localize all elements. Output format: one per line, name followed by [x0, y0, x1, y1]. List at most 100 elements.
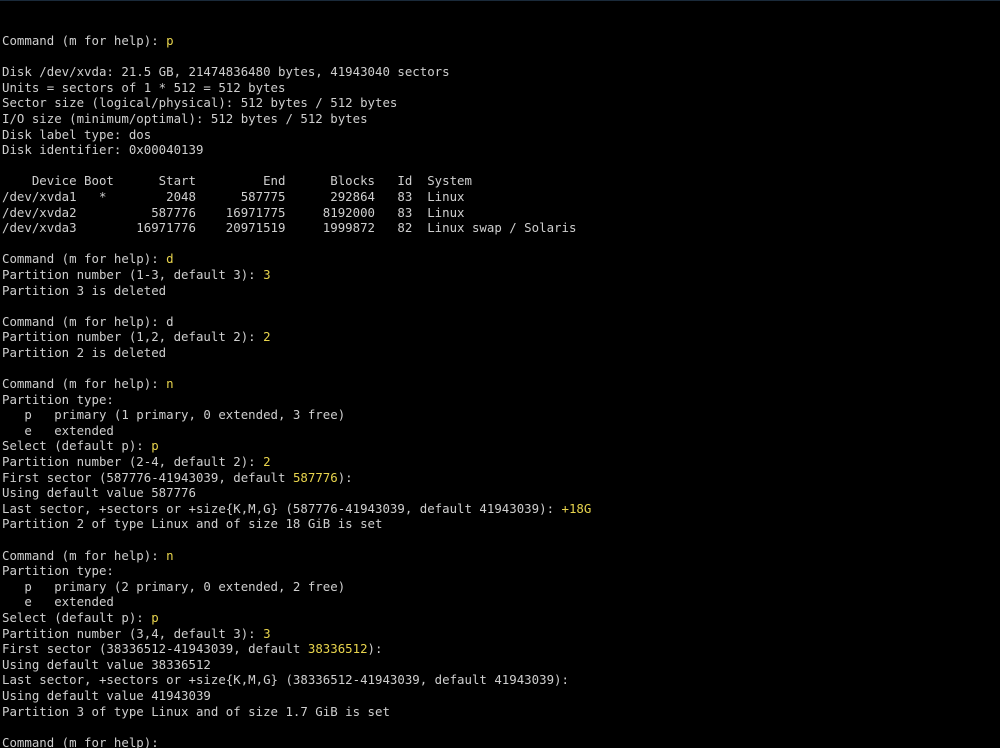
terminal-line: Using default value 587776: [2, 485, 998, 501]
terminal-line: Command (m for help): n: [2, 548, 998, 564]
terminal-line: Select (default p): p: [2, 610, 998, 626]
fdisk-session-output: Command (m for help): p Disk /dev/xvda: 2…: [2, 33, 998, 748]
terminal-line: Command (m for help): p: [2, 33, 998, 49]
terminal-line: Disk identifier: 0x00040139: [2, 142, 998, 158]
terminal-line: /dev/xvda2 587776 16971775 8192000 83 Li…: [2, 205, 998, 221]
terminal-line: p primary (1 primary, 0 extended, 3 free…: [2, 407, 998, 423]
terminal-line: Partition 3 of type Linux and of size 1.…: [2, 704, 998, 720]
output-text: Partition number (1-3, default 3):: [2, 266, 264, 282]
user-input-text: 2: [263, 454, 271, 470]
user-input-text: n: [166, 547, 174, 563]
terminal-screen[interactable]: Command (m for help): p Disk /dev/xvda: 2…: [0, 0, 1000, 748]
output-text: Command (m for help):: [2, 376, 167, 392]
terminal-line: Last sector, +sectors or +size{K,M,G} (5…: [2, 501, 998, 517]
output-text: Partition 2 is deleted: [2, 344, 167, 360]
output-text: Partition number (3,4, default 3):: [2, 625, 264, 641]
terminal-line: Partition number (1,2, default 2): 2: [2, 329, 998, 345]
user-input-text: +18G: [561, 500, 592, 516]
output-text: Using default value 41943039: [2, 687, 211, 703]
terminal-line: /dev/xvda1 * 2048 587775 292864 83 Linux: [2, 189, 998, 205]
terminal-line: Using default value 38336512: [2, 657, 998, 673]
terminal-line: Partition 2 is deleted: [2, 345, 998, 361]
output-text-suffix: ):: [367, 641, 383, 657]
output-text: Partition 3 of type Linux and of size 1.…: [2, 703, 390, 719]
terminal-line: First sector (38336512-41943039, default…: [2, 641, 998, 657]
terminal-line: Partition number (2-4, default 2): 2: [2, 454, 998, 470]
user-input-text: p: [166, 33, 174, 48]
output-text: Command (m for help):: [2, 251, 167, 267]
output-text: e extended: [2, 594, 114, 610]
terminal-line: Using default value 41943039: [2, 688, 998, 704]
output-text: p primary (2 primary, 0 extended, 2 free…: [2, 578, 346, 594]
output-text: Partition 3 is deleted: [2, 282, 167, 298]
terminal-line: Partition type:: [2, 563, 998, 579]
terminal-line: I/O size (minimum/optimal): 512 bytes / …: [2, 111, 998, 127]
output-text: Device Boot Start End Blocks Id System: [2, 173, 472, 189]
terminal-line: Partition 3 is deleted: [2, 283, 998, 299]
user-input-text: p: [151, 438, 159, 454]
user-input-text: 38336512: [307, 641, 368, 657]
output-text: Partition 2 of type Linux and of size 18…: [2, 516, 383, 532]
user-input-text: p: [151, 609, 159, 625]
output-text: Partition number (1,2, default 2):: [2, 329, 264, 345]
user-input-text: n: [166, 376, 174, 392]
output-text: Disk identifier: 0x00040139: [2, 142, 204, 158]
terminal-line: e extended: [2, 594, 998, 610]
output-text: Sector size (logical/physical): 512 byte…: [2, 95, 398, 111]
output-text: First sector (38336512-41943039, default: [2, 641, 308, 657]
terminal-line: Select (default p): p: [2, 438, 998, 454]
terminal-line: e extended: [2, 423, 998, 439]
output-text: Using default value 587776: [2, 485, 196, 501]
terminal-line: Units = sectors of 1 * 512 = 512 bytes: [2, 80, 998, 96]
output-text: Partition type:: [2, 563, 114, 579]
terminal-line: Command (m for help): d: [2, 314, 998, 330]
user-input-text: 3: [263, 625, 271, 641]
output-text: Using default value 38336512: [2, 656, 211, 672]
output-text: Select (default p):: [2, 438, 152, 454]
output-text: p primary (1 primary, 0 extended, 3 free…: [2, 407, 346, 423]
terminal-line: Command (m for help):: [2, 735, 998, 748]
terminal-line: Partition number (1-3, default 3): 3: [2, 267, 998, 283]
terminal-line: Command (m for help): d: [2, 251, 998, 267]
terminal-line: /dev/xvda3 16971776 20971519 1999872 82 …: [2, 220, 998, 236]
terminal-line: Command (m for help): n: [2, 376, 998, 392]
output-text: Select (default p):: [2, 609, 152, 625]
output-text: Last sector, +sectors or +size{K,M,G} (3…: [2, 672, 569, 688]
output-text-suffix: ):: [337, 469, 353, 485]
user-input-text: 2: [263, 329, 271, 345]
terminal-line: Partition 2 of type Linux and of size 18…: [2, 516, 998, 532]
user-input-text: 3: [263, 266, 271, 282]
output-text: Command (m for help):: [2, 547, 167, 563]
output-text: Command (m for help): d: [2, 313, 174, 329]
terminal-line: Partition type:: [2, 392, 998, 408]
output-text: Partition number (2-4, default 2):: [2, 454, 264, 470]
terminal-line: Last sector, +sectors or +size{K,M,G} (3…: [2, 672, 998, 688]
output-text: /dev/xvda3 16971776 20971519 1999872 82 …: [2, 220, 577, 236]
terminal-line: Sector size (logical/physical): 512 byte…: [2, 95, 998, 111]
terminal-line: p primary (2 primary, 0 extended, 2 free…: [2, 579, 998, 595]
output-text: Partition type:: [2, 391, 114, 407]
output-text: First sector (587776-41943039, default: [2, 469, 293, 485]
output-text: /dev/xvda1 * 2048 587775 292864 83 Linux: [2, 188, 465, 204]
output-text: e extended: [2, 422, 114, 438]
user-input-text: 587776: [292, 469, 338, 485]
output-text: Last sector, +sectors or +size{K,M,G} (5…: [2, 500, 562, 516]
output-text: Disk /dev/xvda: 21.5 GB, 21474836480 byt…: [2, 64, 450, 80]
output-text: /dev/xvda2 587776 16971775 8192000 83 Li…: [2, 204, 465, 220]
output-text: I/O size (minimum/optimal): 512 bytes / …: [2, 110, 368, 126]
user-input-text: d: [166, 251, 174, 267]
terminal-line: Disk label type: dos: [2, 127, 998, 143]
terminal-line: Partition number (3,4, default 3): 3: [2, 626, 998, 642]
output-text: Disk label type: dos: [2, 126, 152, 142]
output-text: Command (m for help):: [2, 734, 159, 748]
output-text: Units = sectors of 1 * 512 = 512 bytes: [2, 79, 286, 95]
terminal-line: Disk /dev/xvda: 21.5 GB, 21474836480 byt…: [2, 64, 998, 80]
output-text: Command (m for help):: [2, 33, 167, 48]
